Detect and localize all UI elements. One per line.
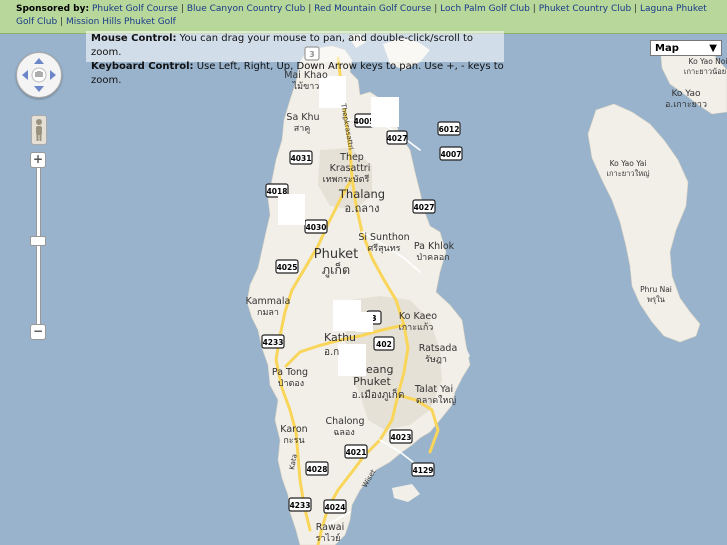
svg-text:Krasattri: Krasattri — [330, 163, 371, 174]
sponsor-separator: | — [634, 4, 638, 14]
route-shield: 4023 — [389, 429, 413, 444]
label-phru-nai: Phru Nai — [640, 285, 672, 294]
svg-text:ศรีสุนทร: ศรีสุนทร — [368, 243, 401, 254]
sponsor-separator: | — [532, 4, 536, 14]
chevron-down-icon: ▼ — [709, 43, 717, 54]
route-shield: 4028 — [305, 461, 329, 476]
svg-text:4233: 4233 — [290, 501, 311, 510]
svg-text:4027: 4027 — [387, 134, 408, 143]
label-ko-yao-noi: Ko Yao Noi — [689, 57, 727, 66]
route-shield: 4031 — [289, 150, 313, 165]
map-type-selected: Map — [655, 43, 679, 54]
svg-text:ตลาดใหญ่: ตลาดใหญ่ — [416, 395, 457, 406]
svg-text:4007: 4007 — [441, 150, 462, 159]
label-sa-khu: Sa Khu — [286, 112, 319, 123]
label-kammala: Kammala — [246, 296, 291, 307]
sponsor-separator: | — [180, 4, 184, 14]
svg-text:4031: 4031 — [291, 154, 312, 163]
label-thep-krasattri: Thep — [339, 152, 364, 163]
route-shield: 4027 — [412, 199, 436, 214]
label-ko-yao-yai: Ko Yao Yai — [610, 159, 647, 168]
svg-text:4129: 4129 — [413, 466, 434, 475]
zoom-out-icon[interactable]: − — [30, 324, 46, 340]
sponsor-separator: | — [308, 4, 312, 14]
svg-text:อ.ก: อ.ก — [324, 347, 339, 358]
map-help-overlay: Mouse Control: You can drag your mouse t… — [86, 31, 504, 86]
street-view-pegman-icon[interactable] — [31, 115, 47, 145]
zoom-in-icon[interactable]: + — [30, 152, 46, 168]
svg-text:4027: 4027 — [414, 203, 435, 212]
svg-text:อ.เมืองภูเก็ต: อ.เมืองภูเก็ต — [352, 387, 405, 401]
svg-text:ภูเก็ต: ภูเก็ต — [322, 262, 350, 278]
label-kathu: Kathu — [324, 331, 356, 344]
svg-text:พรุใน: พรุใน — [647, 295, 665, 304]
svg-text:4028: 4028 — [307, 465, 328, 474]
zoom-slider-track[interactable] — [36, 168, 41, 324]
svg-text:6012: 6012 — [439, 125, 460, 134]
mouse-control-help: Mouse Control: You can drag your mouse t… — [91, 33, 474, 58]
sponsor-separator: | — [434, 4, 438, 14]
route-shield: 4030 — [304, 219, 328, 234]
label-thalang: Thalang — [338, 187, 385, 201]
map-type-dropdown[interactable]: Map ▼ — [650, 40, 722, 56]
sponsor-link-mission-hills[interactable]: Mission Hills Phuket Golf — [66, 17, 176, 27]
svg-text:402: 402 — [376, 340, 392, 349]
pan-control-icon — [22, 58, 56, 92]
svg-text:เกาะยาวน้อย: เกาะยาวน้อย — [684, 67, 726, 76]
svg-text:รัษฎา: รัษฎา — [425, 355, 447, 365]
svg-text:เทพกระษัตรี: เทพกระษัตรี — [323, 174, 370, 185]
label-pa-tong: Pa Tong — [272, 367, 308, 378]
sponsor-link-red-mountain[interactable]: Red Mountain Golf Course — [314, 4, 431, 14]
label-pa-khlok: Pa Khlok — [414, 241, 455, 252]
route-shield: 6012 — [437, 121, 461, 136]
label-rawai: Rawai — [316, 522, 344, 533]
svg-text:Phuket: Phuket — [353, 375, 391, 388]
sponsor-separator: | — [60, 17, 64, 27]
svg-text:กะรน: กะรน — [283, 436, 304, 446]
zoom-slider-thumb[interactable] — [30, 236, 46, 246]
label-si-sunthon: Si Sunthon — [358, 232, 409, 243]
zoom-control: + − — [30, 152, 46, 342]
route-shield: 4021 — [344, 444, 368, 459]
route-shield: 4007 — [439, 146, 463, 161]
route-shield: 4027 — [386, 130, 408, 145]
keyboard-control-help: Keyboard Control: Use Left, Right, Up, D… — [91, 61, 504, 86]
svg-text:กมลา: กมลา — [257, 308, 279, 318]
svg-text:สาคู: สาคู — [294, 124, 311, 134]
svg-text:4024: 4024 — [325, 503, 346, 512]
route-shield: 4233 — [261, 334, 285, 349]
svg-text:เกาะแก้ว: เกาะแก้ว — [399, 322, 434, 333]
sponsor-link-phuket-country-club[interactable]: Phuket Country Club — [539, 4, 631, 14]
svg-text:ราไวย์: ราไวย์ — [316, 532, 341, 544]
sponsor-link-loch-palm[interactable]: Loch Palm Golf Club — [440, 4, 530, 14]
svg-text:อ.ถลาง: อ.ถลาง — [344, 202, 379, 215]
route-shield: 4233 — [288, 497, 312, 512]
label-karon: Karon — [280, 424, 307, 435]
svg-text:4233: 4233 — [263, 338, 284, 347]
svg-text:อ.เกาะยาว: อ.เกาะยาว — [665, 100, 707, 110]
route-shield: 402 — [373, 336, 395, 351]
label-chalong: Chalong — [326, 416, 365, 427]
route-shield: 4129 — [411, 462, 435, 477]
svg-text:4021: 4021 — [346, 448, 367, 457]
svg-text:4030: 4030 — [306, 223, 327, 232]
route-shield: 4025 — [275, 259, 299, 274]
label-ko-yao: Ko Yao — [671, 89, 701, 99]
svg-text:ป่าตอง: ป่าตอง — [278, 379, 304, 389]
svg-text:4025: 4025 — [277, 263, 298, 272]
route-shield: 4024 — [323, 499, 347, 514]
svg-text:ฉลอง: ฉลอง — [333, 428, 354, 438]
label-phuket: Phuket — [314, 247, 358, 262]
sponsor-link-blue-canyon[interactable]: Blue Canyon Country Club — [187, 4, 306, 14]
pan-control[interactable] — [16, 52, 62, 98]
label-talat-yai: Talat Yai — [414, 384, 453, 395]
svg-text:เกาะยาวใหญ่: เกาะยาวใหญ่ — [606, 169, 649, 178]
svg-text:4023: 4023 — [391, 433, 412, 442]
sponsor-link-phuket-golf-course[interactable]: Phuket Golf Course — [92, 4, 178, 14]
label-ratsada: Ratsada — [419, 343, 458, 354]
svg-text:ป่าคลอก: ป่าคลอก — [416, 253, 449, 263]
sponsor-label: Sponsored by: — [16, 4, 90, 14]
sponsor-bar: Sponsored by: Phuket Golf Course | Blue … — [0, 0, 727, 34]
label-ko-kaeo: Ko Kaeo — [399, 311, 437, 322]
